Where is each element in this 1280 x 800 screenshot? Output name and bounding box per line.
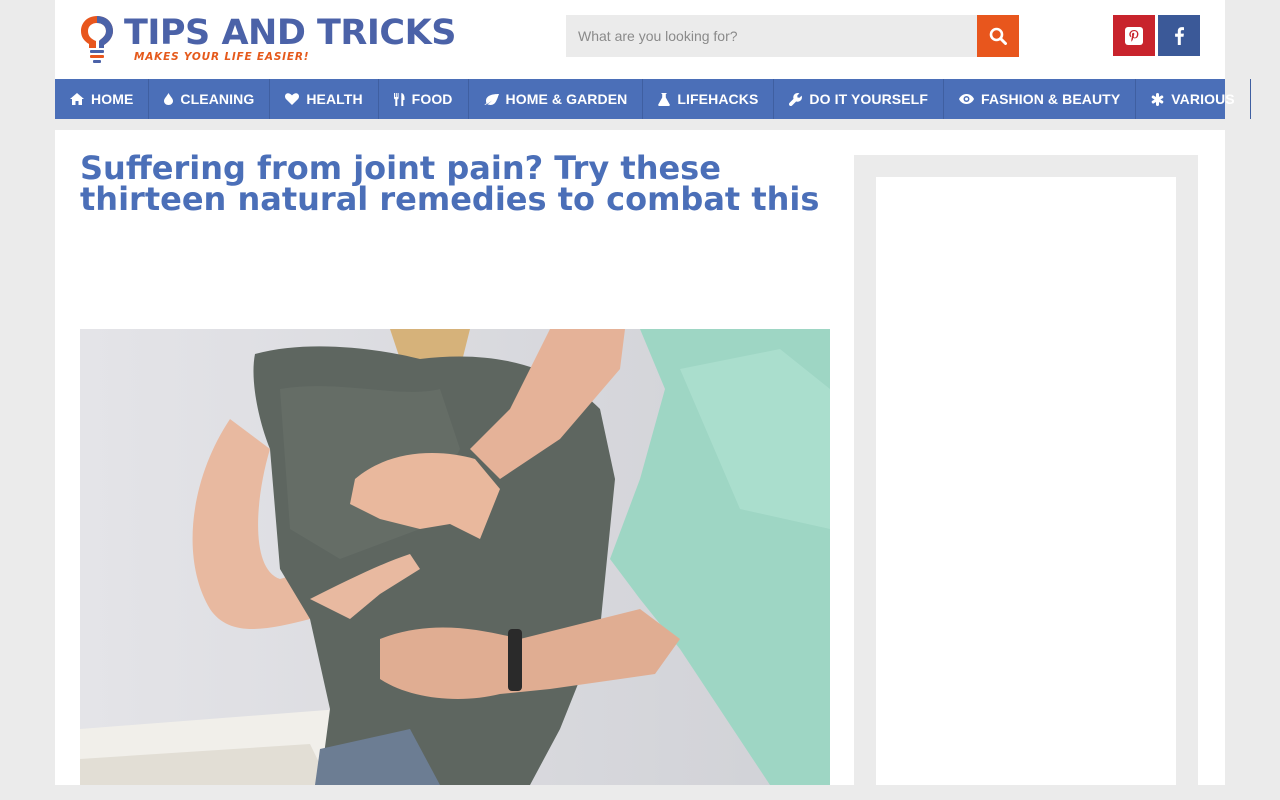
nav-item-health[interactable]: HEALTH [270,79,379,119]
page-bottom-strip [0,785,1280,800]
nav-item-cleaning[interactable]: CLEANING [149,79,271,119]
nav-label: VARIOUS [1171,91,1235,107]
nav-item-fashion-beauty[interactable]: FASHION & BEAUTY [944,79,1137,119]
sidebar [854,155,1198,800]
search-bar [566,15,1019,57]
wrench-icon [789,92,803,106]
nav-item-home[interactable]: HOME [55,79,150,119]
nav-label: CLEANING [180,91,255,107]
search-button[interactable] [977,15,1019,57]
search-icon [989,27,1007,45]
main-navigation: HOME CLEANING HEALTH FOOD HOME & GARDEN [55,79,1251,119]
logo-title: TIPS AND TRICKS [124,13,456,53]
eye-icon [959,94,974,104]
article-hero-image [80,329,830,785]
nav-label: FASHION & BEAUTY [981,91,1121,107]
facebook-button[interactable] [1158,15,1200,56]
nav-label: HOME [91,91,134,107]
nav-item-lifehacks[interactable]: LIFEHACKS [643,79,775,119]
article-title: Suffering from joint pain? Try these thi… [80,149,820,218]
heart-icon [285,93,300,105]
asterisk-icon [1151,92,1164,106]
nav-item-various[interactable]: VARIOUS [1136,79,1251,119]
cutlery-icon [393,92,405,106]
pinterest-icon [1125,26,1143,45]
site-logo[interactable]: TIPS AND TRICKS MAKES YOUR LIFE EASIER! [80,14,480,66]
pinterest-button[interactable] [1113,15,1155,56]
nav-label: HEALTH [306,91,363,107]
page-container: TIPS AND TRICKS MAKES YOUR LIFE EASIER! [55,0,1251,800]
sidebar-ad-slot [876,177,1176,787]
nav-item-food[interactable]: FOOD [379,79,469,119]
nav-spacer [55,119,1225,130]
nav-label: LIFEHACKS [677,91,759,107]
nav-label: FOOD [411,91,453,107]
facebook-icon [1175,26,1184,45]
nav-label: HOME & GARDEN [505,91,628,107]
nav-item-home-garden[interactable]: HOME & GARDEN [469,79,644,119]
drop-icon [164,93,174,105]
search-input[interactable] [566,15,977,57]
nav-item-do-it-yourself[interactable]: DO IT YOURSELF [774,79,944,119]
nav-label: DO IT YOURSELF [809,91,928,107]
flask-icon [658,92,671,106]
home-icon [70,93,84,105]
logo-bulb-icon [81,16,113,63]
leaf-icon [484,93,499,105]
logo-tagline: MAKES YOUR LIFE EASIER! [134,51,310,63]
